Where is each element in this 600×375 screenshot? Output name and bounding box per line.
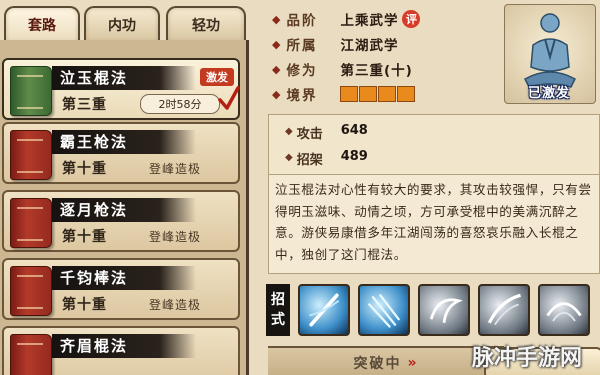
skill-row-1[interactable]: 泣玉棍法 激发 第三重 2时58分	[2, 58, 240, 120]
breakthrough-bar: 突破中 »	[268, 346, 504, 375]
timer-pill: 2时58分	[140, 94, 220, 114]
blue-slash-icon	[309, 293, 340, 327]
tab-internal[interactable]: 内功	[84, 6, 160, 42]
realm-progress-bar	[340, 86, 416, 102]
book-icon	[10, 130, 52, 180]
moves-label-char: 式	[271, 312, 285, 328]
skill-level: 第十重	[62, 297, 107, 313]
realm-label: 境界	[286, 88, 318, 104]
stat-panel: ◆ 攻击 648 ◆ 招架 489	[268, 114, 600, 176]
skill-name: 霸王枪法	[52, 130, 196, 154]
skill-name: 千钧棒法	[52, 266, 196, 290]
book-icon	[10, 266, 52, 316]
activated-label: 已激发	[527, 86, 570, 101]
skill-screen: 套路 内功 轻功 泣玉棍法 激发 第三重 2时58分 霸王枪法 第十重 登峰造极…	[0, 0, 600, 375]
skill-row-3[interactable]: 逐月枪法 第十重 登峰造极	[2, 190, 240, 252]
skill-level: 第十重	[62, 161, 107, 177]
cultivation-value: 第三重(十)	[340, 63, 413, 79]
tab-label: 轻功	[192, 18, 220, 34]
skill-row-2[interactable]: 霸王枪法 第十重 登峰造极	[2, 122, 240, 184]
tab-label: 内功	[108, 18, 136, 34]
book-icon	[10, 66, 52, 116]
diamond-icon: ◆	[272, 87, 281, 101]
diamond-icon: ◆	[285, 152, 293, 163]
diamond-icon: ◆	[285, 126, 293, 137]
parry-value: 489	[340, 149, 368, 164]
rank-value: 上乘武学	[340, 13, 399, 29]
grey-sweep-icon	[546, 302, 582, 322]
realm-line: ◆ 境界	[272, 83, 416, 105]
attack-stat: ◆ 攻击 648	[285, 123, 368, 142]
diamond-icon: ◆	[272, 37, 281, 51]
rank-tag[interactable]: 评	[402, 10, 421, 28]
cultivation-label: 修为	[286, 63, 318, 79]
skill-name: 齐眉棍法	[52, 334, 196, 358]
cultivation-line: ◆ 修为 第三重(十)	[272, 58, 413, 80]
parry-label: 招架	[296, 153, 323, 168]
skill-row-4[interactable]: 千钧棒法 第十重 登峰造极	[2, 258, 240, 320]
watermark: 脉冲手游网	[472, 346, 583, 371]
grey-whirl-icon	[429, 298, 463, 324]
breakthrough-label: 突破中	[353, 355, 402, 372]
breakthrough-status[interactable]: 突破中 »	[353, 353, 418, 373]
attack-label: 攻击	[296, 127, 323, 142]
grey-strike-icon	[487, 293, 521, 326]
skill-status: 登峰造极	[149, 162, 202, 176]
move-slot-4[interactable]	[478, 284, 530, 336]
attack-value: 648	[340, 123, 368, 138]
skill-description: 泣玉棍法对心性有较大的要求，其攻击较强悍，只有尝得明玉滋味、动情之顷，方可承受棍…	[268, 174, 600, 274]
tab-label: 套路	[28, 18, 56, 34]
skill-list[interactable]: 泣玉棍法 激发 第三重 2时58分 霸王枪法 第十重 登峰造极 逐月枪法 第十重…	[0, 40, 249, 375]
blue-spear-icon	[368, 294, 400, 328]
diamond-icon: ◆	[272, 62, 281, 76]
skill-status: 登峰造极	[149, 230, 202, 244]
skill-status: 登峰造极	[149, 298, 202, 312]
move-slot-1[interactable]	[298, 284, 350, 336]
move-slot-3[interactable]	[418, 284, 470, 336]
school-label: 所属	[286, 38, 318, 54]
skill-name: 逐月枪法	[52, 198, 196, 222]
tab-routines[interactable]: 套路	[4, 6, 80, 42]
school-value: 江湖武学	[340, 38, 399, 54]
rank-label: 品阶	[286, 13, 318, 29]
move-slot-2[interactable]	[358, 284, 410, 336]
book-icon	[10, 334, 52, 375]
diamond-icon: ◆	[272, 12, 281, 26]
book-icon	[10, 198, 52, 248]
double-arrow-icon: »	[407, 354, 419, 371]
check-icon	[218, 86, 240, 110]
skill-level: 第十重	[62, 229, 107, 245]
skill-row-5[interactable]: 齐眉棍法	[2, 326, 240, 375]
school-line: ◆ 所属 江湖武学	[272, 33, 398, 55]
parry-stat: ◆ 招架 489	[285, 149, 368, 168]
move-slot-5[interactable]	[538, 284, 590, 336]
rank-line: ◆ 品阶 上乘武学 评	[272, 8, 421, 30]
activated-badge: 激发	[200, 68, 234, 86]
skill-level: 第三重	[62, 97, 107, 113]
skill-name: 泣玉棍法	[52, 66, 196, 90]
tab-lightness[interactable]: 轻功	[166, 6, 246, 42]
moves-label: 招 式	[266, 284, 290, 336]
moves-label-char: 招	[271, 292, 285, 308]
